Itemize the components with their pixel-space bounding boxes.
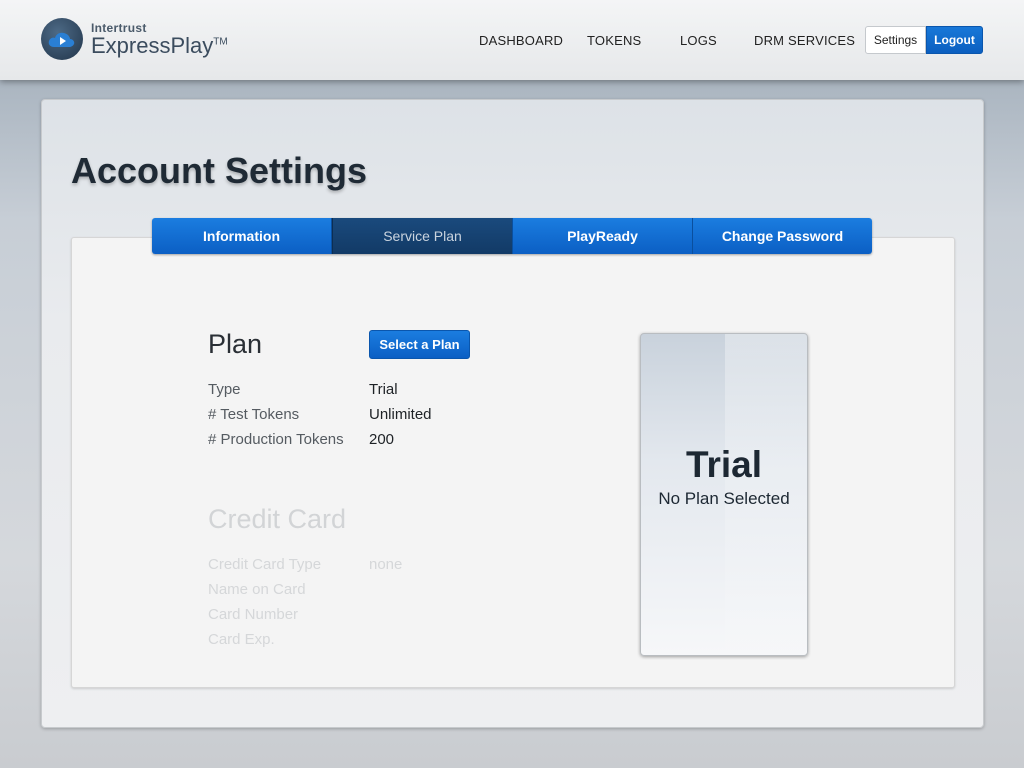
settings-tabs: Information Service Plan PlayReady Chang… — [152, 218, 872, 254]
plan-card: Trial No Plan Selected — [640, 333, 808, 656]
nav-logs[interactable]: LOGS — [680, 33, 717, 48]
plan-type-value: Trial — [369, 381, 398, 398]
nav-dashboard[interactable]: DASHBOARD — [479, 33, 563, 48]
test-tokens-label: # Test Tokens — [208, 406, 300, 423]
cloud-play-icon — [41, 18, 83, 60]
tab-information[interactable]: Information — [152, 218, 332, 254]
card-type-label: Credit Card Type — [208, 556, 322, 573]
name-on-card-label: Name on Card — [208, 581, 306, 598]
card-number-label: Card Number — [208, 606, 299, 623]
cloud-shape — [48, 32, 75, 47]
production-tokens-label: # Production Tokens — [208, 431, 344, 448]
logo-text: Intertrust ExpressPlayTM — [91, 22, 228, 57]
plan-heading: Plan — [208, 329, 263, 359]
page-title: Account Settings — [71, 150, 368, 191]
expressplay-logo[interactable]: Intertrust ExpressPlayTM — [41, 18, 228, 60]
card-type-value: none — [369, 556, 403, 573]
logout-button[interactable]: Logout — [926, 26, 983, 54]
settings-button[interactable]: Settings — [865, 26, 926, 54]
tab-change-password[interactable]: Change Password — [693, 218, 872, 254]
credit-card-heading: Credit Card — [208, 504, 347, 534]
plan-type-label: Type — [208, 381, 241, 398]
tab-playready[interactable]: PlayReady — [513, 218, 693, 254]
test-tokens-value: Unlimited — [369, 406, 432, 423]
tab-service-plan[interactable]: Service Plan — [332, 218, 513, 254]
select-plan-button[interactable]: Select a Plan — [369, 330, 470, 359]
logo-product-name: ExpressPlay — [91, 32, 214, 58]
production-tokens-value: 200 — [369, 431, 395, 448]
tab-content-panel — [71, 237, 955, 688]
nav-drm-services[interactable]: DRM SERVICES — [754, 33, 855, 48]
top-header: Intertrust ExpressPlayTM DASHBOARD TOKEN… — [0, 0, 1024, 80]
nav-tokens[interactable]: TOKENS — [587, 33, 641, 48]
plan-card-subtitle: No Plan Selected — [658, 489, 790, 508]
card-exp-label: Card Exp. — [208, 631, 275, 648]
plan-card-name: Trial — [685, 444, 763, 485]
logo-product: ExpressPlayTM — [91, 32, 228, 58]
trademark-mark: TM — [213, 36, 228, 48]
